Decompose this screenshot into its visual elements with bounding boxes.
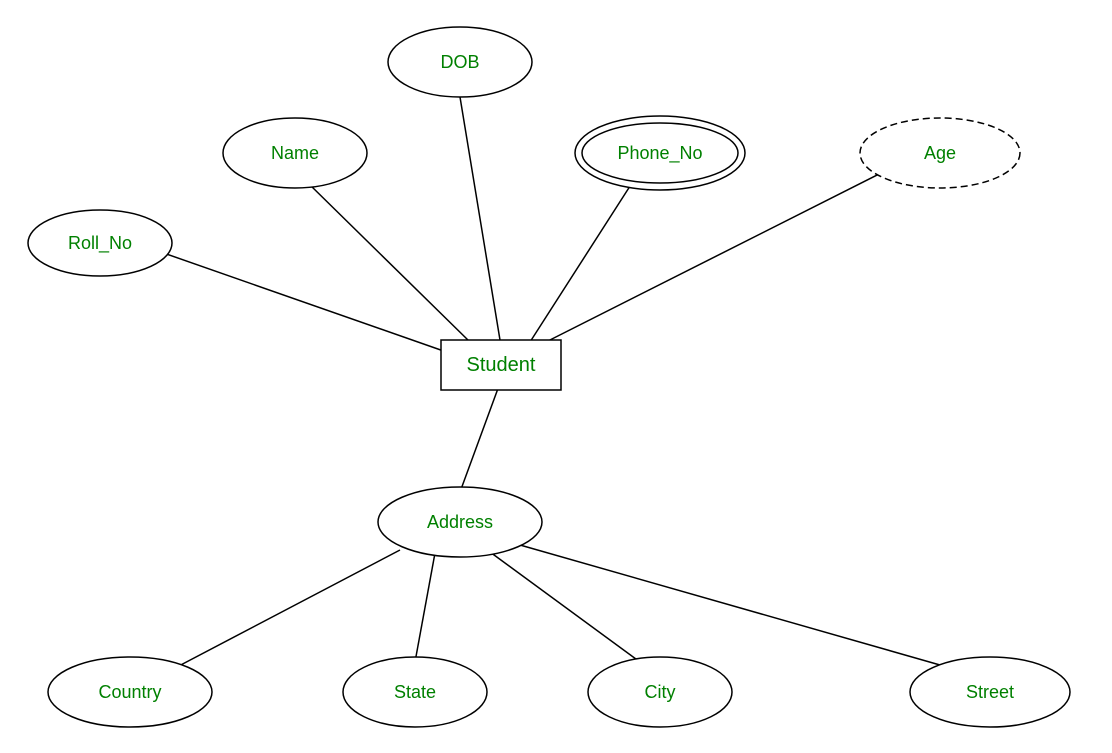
attr-name-label: Name bbox=[271, 143, 319, 163]
line-address-city bbox=[490, 552, 640, 662]
line-rollno-student bbox=[155, 250, 455, 355]
line-address-street bbox=[520, 545, 940, 665]
attr-street-label: Street bbox=[966, 682, 1014, 702]
line-dob-student bbox=[460, 97, 500, 340]
attr-dob-label: DOB bbox=[440, 52, 479, 72]
line-address-state bbox=[415, 553, 435, 662]
line-address-country bbox=[175, 550, 400, 668]
attr-address-label: Address bbox=[427, 512, 493, 532]
attr-country-label: Country bbox=[98, 682, 161, 702]
attr-state-label: State bbox=[394, 682, 436, 702]
er-diagram: Student DOB Name Phone_No Age Roll_No Ad… bbox=[0, 0, 1112, 753]
entity-student-label: Student bbox=[467, 354, 536, 376]
attr-phone-label: Phone_No bbox=[617, 143, 702, 164]
line-age-student bbox=[540, 167, 893, 345]
line-phone-student bbox=[530, 183, 632, 342]
line-student-address bbox=[460, 383, 500, 492]
attr-city-label: City bbox=[645, 682, 676, 702]
attr-age-label: Age bbox=[924, 143, 956, 163]
attr-rollno-label: Roll_No bbox=[68, 233, 132, 254]
line-name-student bbox=[308, 183, 470, 342]
